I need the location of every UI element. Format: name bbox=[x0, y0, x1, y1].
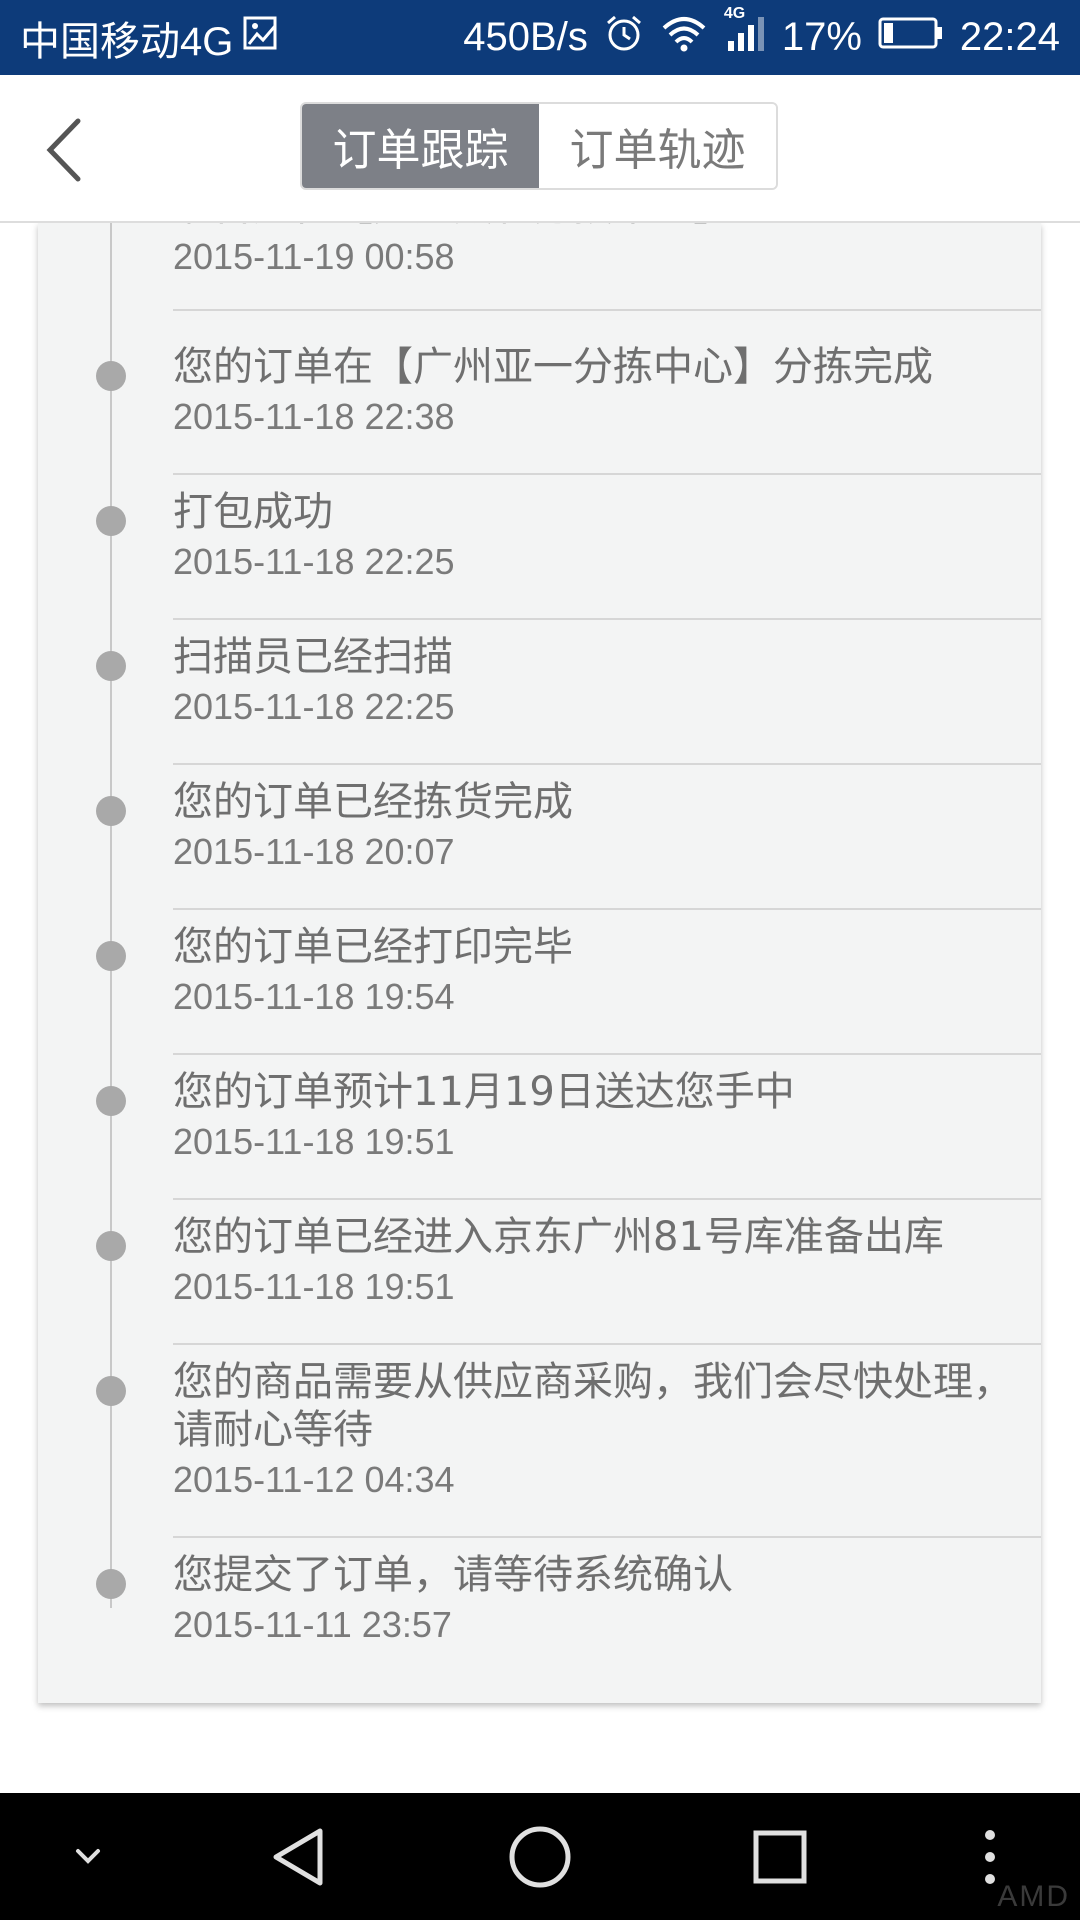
home-circle-icon bbox=[509, 1826, 571, 1888]
timeline-desc: 您的订单已经进入京东广州81号库准备出库 bbox=[173, 1214, 944, 1260]
net-speed: 450B/s bbox=[463, 15, 588, 59]
divider bbox=[173, 1053, 1041, 1055]
clock-time: 22:24 bbox=[959, 15, 1060, 59]
timeline-time: 2015-11-18 20:07 bbox=[173, 831, 455, 872]
timeline-time: 2015-11-18 19:51 bbox=[173, 1121, 455, 1162]
divider bbox=[173, 1536, 1041, 1538]
timeline-desc: 扫描员已经扫描 bbox=[173, 634, 453, 680]
nav-recents-button[interactable] bbox=[744, 1821, 816, 1893]
hide-keyboard-button[interactable] bbox=[52, 1821, 124, 1893]
net-type-label: 4G bbox=[723, 4, 746, 22]
timeline-desc: 您的商品需要从供应商采购，我们会尽快处理，请耐心等待 bbox=[173, 1359, 1013, 1453]
divider bbox=[173, 473, 1041, 475]
battery-percent: 17% bbox=[781, 15, 862, 59]
back-arrow-icon bbox=[46, 118, 81, 182]
recents-square-icon bbox=[753, 1830, 807, 1884]
timeline-desc: 打包成功 bbox=[173, 489, 333, 535]
timeline-scroll-area[interactable]: 准备送往【广州太和分拨中心】 2015-11-19 00:58 您的订单在【广州… bbox=[0, 223, 1080, 1748]
timeline-dot bbox=[96, 361, 126, 391]
timeline-dot bbox=[96, 1231, 126, 1261]
carrier-label: 中国移动4G bbox=[20, 19, 234, 64]
timeline-desc: 您的订单在【广州亚一分拣中心】分拣完成 bbox=[173, 344, 933, 390]
signal-icon: 4G bbox=[724, 5, 766, 63]
timeline-dot bbox=[96, 506, 126, 536]
timeline-time: 2015-11-18 22:38 bbox=[173, 396, 455, 437]
tab-label: 订单跟踪 bbox=[332, 125, 509, 176]
status-bar: 中国移动4G 450B/s 4G 17% 22:24 bbox=[0, 0, 1080, 75]
timeline-desc: 您的订单已经打印完毕 bbox=[173, 924, 573, 970]
timeline-desc: 您的订单预计11月19日送达您手中 bbox=[173, 1069, 795, 1115]
timeline-time: 2015-11-18 22:25 bbox=[173, 541, 455, 582]
system-nav-bar: AMD bbox=[0, 1793, 1080, 1920]
timeline-dot bbox=[96, 796, 126, 826]
hide-keyboard-icon bbox=[76, 1849, 100, 1864]
divider bbox=[173, 908, 1041, 910]
timeline-dot bbox=[96, 1569, 126, 1599]
image-icon bbox=[243, 15, 279, 60]
timeline-desc: 准备送往【广州太和分拨中心】 bbox=[173, 223, 1023, 231]
timeline-dot bbox=[96, 1086, 126, 1116]
divider bbox=[173, 1343, 1041, 1345]
timeline-time: 2015-11-19 00:58 bbox=[173, 236, 455, 277]
wifi-icon bbox=[660, 14, 708, 62]
timeline-time: 2015-11-12 04:34 bbox=[173, 1459, 455, 1500]
divider bbox=[173, 618, 1041, 620]
divider bbox=[173, 1198, 1041, 1200]
tab-order-tracking[interactable]: 订单跟踪 bbox=[302, 104, 539, 188]
timeline-desc: 您的订单已经拣货完成 bbox=[173, 779, 573, 825]
timeline-dot bbox=[96, 651, 126, 681]
tab-switcher: 订单跟踪 订单轨迹 bbox=[300, 102, 778, 190]
tab-label: 订单轨迹 bbox=[569, 125, 746, 176]
timeline-dot bbox=[96, 941, 126, 971]
timeline-time: 2015-11-18 19:51 bbox=[173, 1266, 455, 1307]
divider bbox=[173, 309, 1041, 311]
watermark-logo: AMD bbox=[997, 1880, 1070, 1913]
timeline-desc: 您提交了订单，请等待系统确认 bbox=[173, 1552, 733, 1598]
nav-back-button[interactable] bbox=[264, 1821, 336, 1893]
timeline-time: 2015-11-18 19:54 bbox=[173, 976, 455, 1017]
timeline-time: 2015-11-11 23:57 bbox=[173, 1604, 452, 1645]
divider bbox=[173, 763, 1041, 765]
header-bar: 订单跟踪 订单轨迹 bbox=[0, 75, 1080, 223]
nav-home-button[interactable] bbox=[504, 1821, 576, 1893]
alarm-icon bbox=[604, 13, 644, 63]
battery-icon bbox=[878, 15, 944, 60]
timeline-card: 准备送往【广州太和分拨中心】 2015-11-19 00:58 您的订单在【广州… bbox=[38, 223, 1041, 1703]
tab-order-trajectory[interactable]: 订单轨迹 bbox=[539, 104, 776, 188]
back-button[interactable] bbox=[40, 115, 90, 185]
timeline-dot bbox=[96, 1376, 126, 1406]
back-triangle-icon bbox=[273, 1828, 323, 1886]
timeline-time: 2015-11-18 22:25 bbox=[173, 686, 455, 727]
